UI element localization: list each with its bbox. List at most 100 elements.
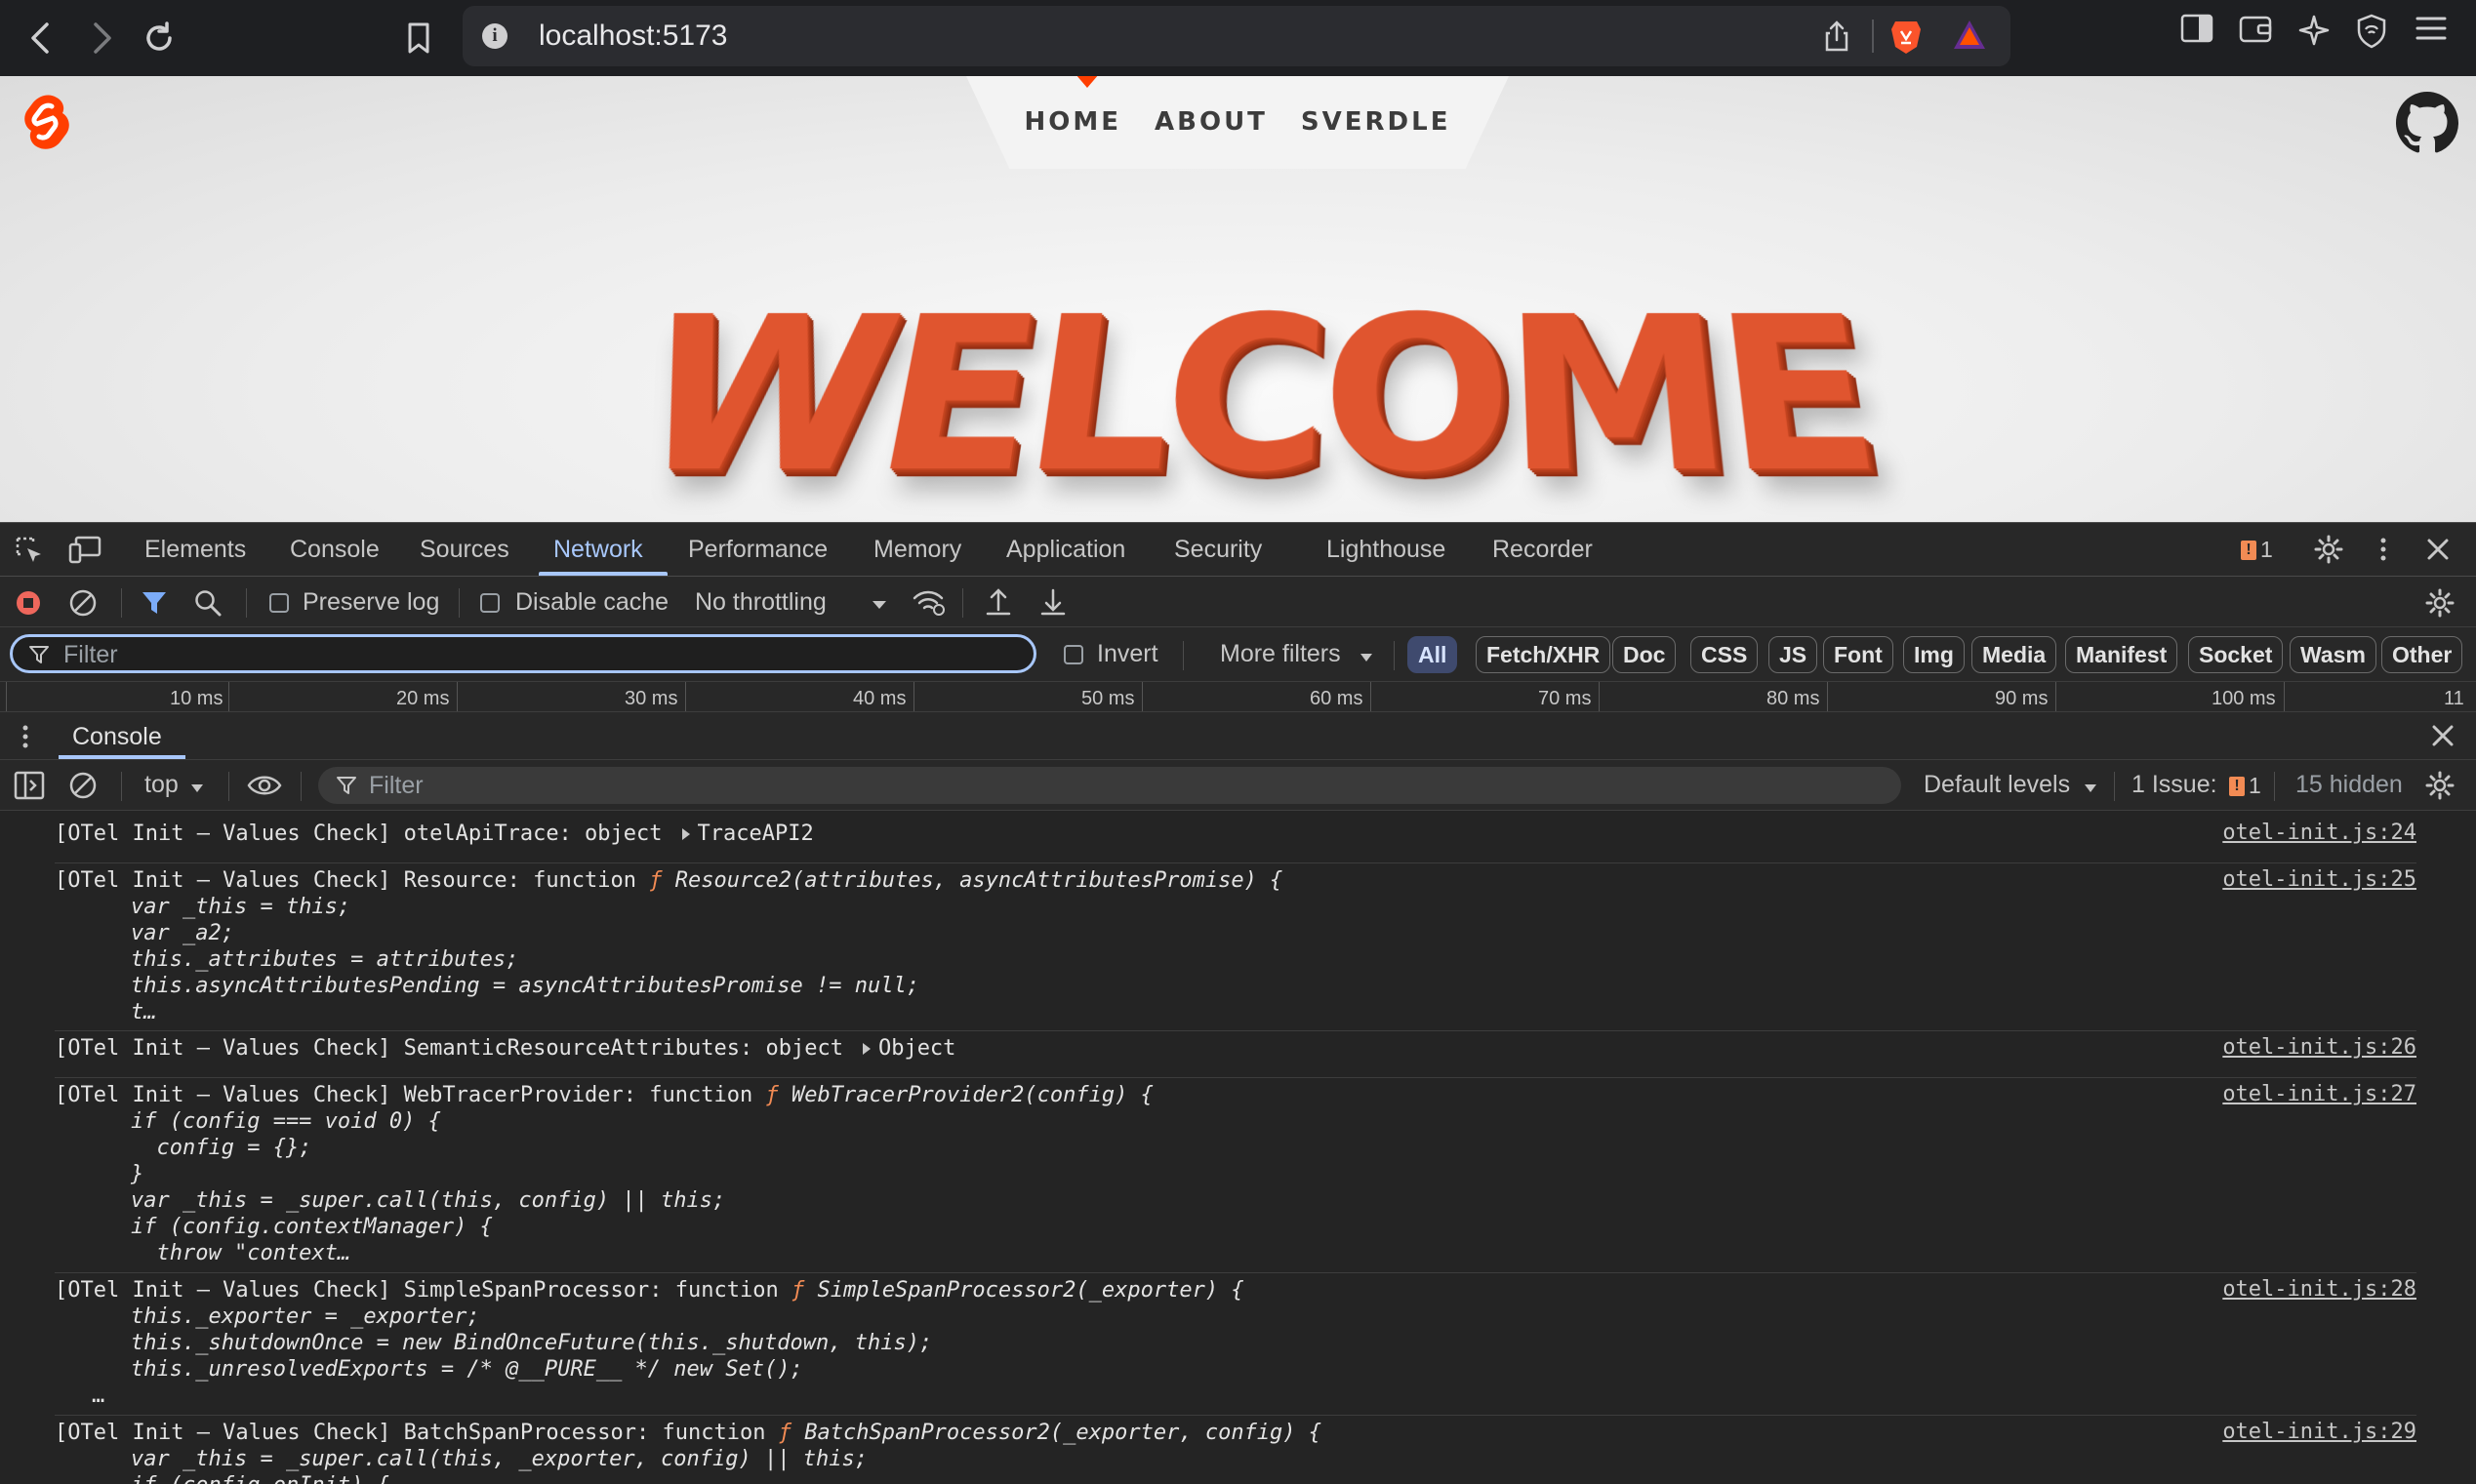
- nav-link-home[interactable]: HOME: [1025, 107, 1122, 137]
- import-har-icon[interactable]: [984, 586, 1013, 622]
- address-bar[interactable]: i localhost:5173: [463, 6, 2010, 66]
- invert-checkbox[interactable]: [1064, 645, 1083, 664]
- source-link[interactable]: otel-init.js:27: [2222, 1082, 2416, 1106]
- menu-icon[interactable]: [2415, 14, 2448, 48]
- source-link[interactable]: otel-init.js:29: [2222, 1420, 2416, 1444]
- source-link[interactable]: otel-init.js:28: [2222, 1277, 2416, 1302]
- expand-triangle-icon[interactable]: [681, 828, 690, 840]
- reload-icon[interactable]: [133, 12, 185, 64]
- brave-shields-icon[interactable]: [1889, 18, 1923, 60]
- type-filter-font[interactable]: Font: [1823, 636, 1893, 673]
- site-info-icon[interactable]: i: [482, 23, 507, 49]
- function-signature[interactable]: BatchSpanProcessor2(_exporter, config) {: [804, 1421, 1321, 1445]
- tab-performance[interactable]: Performance: [688, 536, 828, 564]
- back-icon[interactable]: [16, 12, 68, 64]
- console-sidebar-icon[interactable]: [14, 771, 45, 805]
- type-filter-other[interactable]: Other: [2381, 636, 2463, 673]
- source-link[interactable]: otel-init.js:26: [2222, 1035, 2416, 1060]
- preserve-log-checkbox[interactable]: [269, 593, 289, 613]
- context-select[interactable]: top: [144, 771, 179, 799]
- tab-memory[interactable]: Memory: [873, 536, 961, 564]
- expand-triangle-icon[interactable]: [862, 1043, 871, 1055]
- wallet-icon[interactable]: [2239, 14, 2272, 48]
- vpn-shield-icon[interactable]: [2356, 14, 2387, 54]
- tab-console[interactable]: Console: [290, 536, 380, 564]
- chevron-down-icon[interactable]: [2083, 782, 2098, 799]
- type-filter-img[interactable]: Img: [1903, 636, 1965, 673]
- timeline-gridline: [2284, 682, 2285, 711]
- device-toolbar-icon[interactable]: [68, 535, 101, 571]
- filter-funnel-icon[interactable]: [141, 590, 168, 621]
- tab-application[interactable]: Application: [1006, 536, 1125, 564]
- more-options-icon[interactable]: [2374, 534, 2393, 570]
- chevron-down-icon[interactable]: [189, 782, 205, 799]
- live-expression-eye-icon[interactable]: [246, 772, 283, 804]
- drawer-menu-icon[interactable]: [20, 722, 31, 756]
- settings-gear-icon[interactable]: [2313, 534, 2344, 570]
- function-signature[interactable]: Resource2(attributes, asyncAttributesPro…: [675, 868, 1283, 893]
- type-filter-manifest[interactable]: Manifest: [2065, 636, 2178, 673]
- tab-elements[interactable]: Elements: [144, 536, 246, 564]
- close-devtools-icon[interactable]: [2424, 536, 2452, 568]
- function-signature[interactable]: WebTracerProvider2(config) {: [792, 1083, 1154, 1107]
- chevron-down-icon[interactable]: [871, 598, 888, 616]
- network-filter-input[interactable]: Filter: [10, 634, 1036, 673]
- type-filter-all[interactable]: All: [1407, 636, 1458, 673]
- nav-link-about[interactable]: ABOUT: [1155, 107, 1268, 137]
- console-filter-input[interactable]: Filter: [318, 767, 1901, 804]
- source-link[interactable]: otel-init.js:25: [2222, 867, 2416, 892]
- forward-icon[interactable]: [74, 12, 127, 64]
- type-filter-fetch-xhr[interactable]: Fetch/XHR: [1476, 636, 1611, 673]
- log-text: [OTel Init – Values Check] SimpleSpanPro…: [55, 1278, 779, 1303]
- rewards-triangle-icon[interactable]: [1952, 18, 1987, 58]
- console-issues-counter[interactable]: ! 1: [2229, 773, 2261, 799]
- expandable-object[interactable]: Object: [878, 1036, 955, 1061]
- code-line: if (config.contextManager) {: [131, 1215, 493, 1239]
- type-filter-media[interactable]: Media: [1971, 636, 2057, 673]
- code-line: if (config.onInit) {: [55, 1472, 2416, 1484]
- console-issues-count: 1: [2249, 773, 2261, 798]
- type-filter-wasm[interactable]: Wasm: [2290, 636, 2376, 673]
- function-signature[interactable]: SimpleSpanProcessor2(_exporter) {: [817, 1278, 1243, 1303]
- drawer-tab-console[interactable]: Console: [72, 723, 162, 751]
- tab-security[interactable]: Security: [1174, 536, 1262, 564]
- chevron-down-icon[interactable]: [1359, 651, 1374, 668]
- record-stop-icon[interactable]: [14, 588, 43, 622]
- leo-ai-icon[interactable]: [2297, 14, 2331, 52]
- timeline-gridline: [1142, 682, 1143, 711]
- tab-recorder[interactable]: Recorder: [1492, 536, 1593, 564]
- throttling-select[interactable]: No throttling: [695, 588, 827, 617]
- source-link[interactable]: otel-init.js:24: [2222, 821, 2416, 845]
- tab-sources[interactable]: Sources: [420, 536, 509, 564]
- network-timeline-ruler[interactable]: 10 ms 20 ms 30 ms 40 ms 50 ms 60 ms 70 m…: [0, 682, 2476, 711]
- search-icon[interactable]: [193, 588, 223, 622]
- console-settings-gear-icon[interactable]: [2424, 770, 2456, 806]
- network-conditions-icon[interactable]: [912, 588, 947, 622]
- type-filter-css[interactable]: CSS: [1690, 636, 1759, 673]
- issues-label[interactable]: 1 Issue:: [2131, 771, 2217, 799]
- share-icon[interactable]: [1823, 20, 1850, 58]
- more-filters-button[interactable]: More filters: [1220, 640, 1341, 668]
- console-message: [OTel Init – Values Check] otelApiTrace:…: [55, 821, 2416, 863]
- svelte-logo[interactable]: [20, 92, 72, 157]
- clear-icon[interactable]: [68, 588, 98, 622]
- type-filter-js[interactable]: JS: [1768, 636, 1818, 673]
- log-levels-select[interactable]: Default levels: [1924, 771, 2070, 799]
- sidebar-toggle-icon[interactable]: [2180, 14, 2213, 48]
- inspect-element-icon[interactable]: [14, 535, 45, 571]
- devtools-tab-bar: Elements Console Sources Network Perform…: [0, 522, 2476, 577]
- disable-cache-checkbox[interactable]: [480, 593, 500, 613]
- close-drawer-icon[interactable]: [2430, 723, 2456, 753]
- tab-lighthouse[interactable]: Lighthouse: [1326, 536, 1445, 564]
- expandable-object[interactable]: TraceAPI2: [698, 822, 814, 846]
- export-har-icon[interactable]: [1038, 586, 1068, 622]
- bookmark-icon[interactable]: [392, 12, 445, 64]
- github-icon[interactable]: [2396, 92, 2458, 159]
- network-settings-gear-icon[interactable]: [2424, 587, 2456, 623]
- issues-counter[interactable]: ! 1: [2241, 537, 2273, 563]
- type-filter-doc[interactable]: Doc: [1612, 636, 1677, 673]
- tab-network[interactable]: Network: [553, 536, 643, 564]
- clear-console-icon[interactable]: [68, 771, 98, 805]
- type-filter-socket[interactable]: Socket: [2188, 636, 2284, 673]
- nav-link-sverdle[interactable]: SVERDLE: [1301, 107, 1451, 137]
